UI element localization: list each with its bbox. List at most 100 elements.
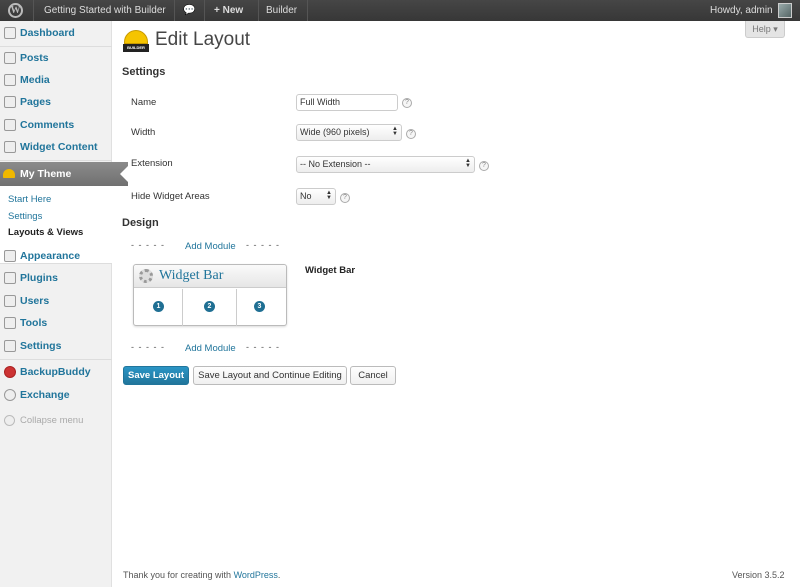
media-icon: [4, 74, 16, 86]
sidebar-item-dashboard[interactable]: Dashboard: [0, 22, 112, 44]
help-question-icon[interactable]: ?: [479, 161, 489, 171]
sidebar-item-label: Posts: [20, 52, 49, 64]
widget-column-3-badge[interactable]: 3: [254, 301, 265, 312]
extension-select-value: -- No Extension --: [300, 159, 371, 169]
menu-divider: [0, 160, 112, 161]
widget-column-1-badge[interactable]: 1: [153, 301, 164, 312]
settings-icon: [4, 340, 16, 352]
save-layout-button[interactable]: Save Layout: [123, 366, 189, 385]
settings-heading: Settings: [122, 66, 166, 78]
page-title: Edit Layout: [155, 29, 251, 50]
footer-credit: Thank you for creating with WordPress.: [123, 570, 280, 580]
sidebar-item-comments[interactable]: Comments: [0, 114, 112, 136]
sidebar-item-pages[interactable]: Pages: [0, 91, 112, 113]
sidebar-item-label: My Theme: [20, 168, 72, 180]
submenu-layouts-views[interactable]: Layouts & Views: [8, 227, 83, 238]
submenu-settings[interactable]: Settings: [8, 211, 42, 222]
extension-select[interactable]: -- No Extension -- ▲ ▼: [296, 156, 475, 173]
dashboard-icon: [4, 27, 16, 39]
admin-bar-divider: [33, 0, 34, 21]
avatar[interactable]: [778, 3, 792, 18]
dashes-right: - - - - -: [246, 240, 280, 250]
admin-bar-divider: [307, 0, 308, 21]
backupbuddy-icon: [4, 366, 16, 378]
tools-icon: [4, 317, 16, 329]
sidebar-item-label: Exchange: [20, 389, 70, 401]
collapse-arrow-icon: [4, 415, 15, 426]
admin-bar: W Getting Started with Builder 💬 + New B…: [0, 0, 800, 21]
admin-bar-divider: [258, 0, 259, 21]
sidebar-item-tools[interactable]: Tools: [0, 312, 112, 334]
pages-icon: [4, 96, 16, 108]
admin-bar-divider: [204, 0, 205, 21]
footer-version: Version 3.5.2: [732, 570, 785, 580]
save-and-continue-button[interactable]: Save Layout and Continue Editing: [193, 366, 347, 385]
sidebar-item-users[interactable]: Users: [0, 290, 112, 312]
column-divider: [236, 289, 237, 326]
sidebar-item-backupbuddy[interactable]: BackupBuddy: [0, 361, 112, 383]
sidebar-item-label: Settings: [20, 340, 62, 352]
wordpress-link[interactable]: WordPress: [234, 570, 278, 580]
extension-label: Extension: [131, 158, 173, 169]
sidebar-item-widget-content[interactable]: Widget Content: [0, 136, 112, 158]
width-select-value: Wide (960 pixels): [300, 127, 370, 137]
sidebar-item-my-theme[interactable]: My Theme: [0, 162, 128, 186]
hide-widget-areas-label: Hide Widget Areas: [131, 191, 210, 202]
gear-icon[interactable]: [139, 269, 153, 283]
sidebar-item-plugins[interactable]: Plugins: [0, 267, 112, 289]
sidebar-item-posts[interactable]: Posts: [0, 47, 112, 69]
builder-logo-icon: BUILDER: [123, 30, 149, 53]
pin-icon: [4, 52, 16, 64]
sidebar-item-settings[interactable]: Settings: [0, 335, 112, 357]
design-heading: Design: [122, 217, 159, 229]
hide-widget-areas-select[interactable]: No ▲ ▼: [296, 188, 336, 205]
cancel-button[interactable]: Cancel: [350, 366, 396, 385]
widget-bar-title: Widget Bar: [159, 268, 224, 283]
sidebar-item-label: Tools: [20, 317, 48, 329]
comment-bubble-icon[interactable]: 💬: [183, 0, 195, 21]
sidebar-item-label: Users: [20, 295, 50, 307]
widget-bar-module[interactable]: Widget Bar 1 2 3: [133, 264, 287, 326]
users-icon: [4, 295, 16, 307]
exchange-icon: [4, 389, 16, 401]
dashes-right: - - - - -: [246, 342, 280, 352]
sidebar-item-label: BackupBuddy: [20, 366, 91, 378]
menu-divider: [0, 359, 112, 360]
widget-column-2-badge[interactable]: 2: [204, 301, 215, 312]
select-arrows-icon: ▲ ▼: [392, 126, 398, 137]
width-select[interactable]: Wide (960 pixels) ▲ ▼: [296, 124, 402, 141]
footer-period: .: [277, 570, 281, 580]
sidebar-item-label: Comments: [20, 119, 75, 131]
dashes-left: - - - - -: [131, 342, 165, 352]
site-name-link[interactable]: Getting Started with Builder: [44, 0, 166, 21]
new-content-link[interactable]: + New: [214, 0, 243, 21]
plugins-icon: [4, 272, 16, 284]
add-module-link-top[interactable]: Add Module: [185, 241, 236, 252]
builder-link[interactable]: Builder: [266, 0, 297, 21]
submenu-start-here[interactable]: Start Here: [8, 194, 51, 205]
add-module-link-bottom[interactable]: Add Module: [185, 343, 236, 354]
sidebar-item-label: Widget Content: [20, 141, 98, 153]
hard-hat-icon: [3, 169, 15, 178]
comments-icon: [4, 119, 16, 131]
width-label: Width: [131, 127, 156, 138]
sidebar-item-media[interactable]: Media: [0, 69, 112, 91]
sidebar-item-appearance[interactable]: Appearance: [0, 245, 112, 267]
admin-sidebar: Dashboard Posts Media Pages Comments Wid…: [0, 21, 128, 587]
select-arrows-icon: ▲ ▼: [465, 158, 471, 169]
help-question-icon[interactable]: ?: [402, 98, 412, 108]
sidebar-item-label: Pages: [20, 96, 51, 108]
collapse-menu-button[interactable]: Collapse menu: [4, 415, 83, 426]
name-label: Name: [131, 97, 157, 108]
sidebar-item-exchange[interactable]: Exchange: [0, 384, 112, 406]
widget-bar-header: Widget Bar: [134, 265, 286, 288]
wordpress-logo-icon[interactable]: W: [8, 3, 23, 18]
admin-bar-divider: [174, 0, 175, 21]
help-question-icon[interactable]: ?: [406, 129, 416, 139]
help-question-icon[interactable]: ?: [340, 193, 350, 203]
pin-icon: [4, 141, 16, 153]
widget-bar-name: Widget Bar: [305, 265, 356, 276]
howdy-user-link[interactable]: Howdy, admin: [710, 0, 773, 21]
help-tab-button[interactable]: Help ▾: [745, 21, 785, 38]
name-field[interactable]: Full Width: [296, 94, 398, 111]
